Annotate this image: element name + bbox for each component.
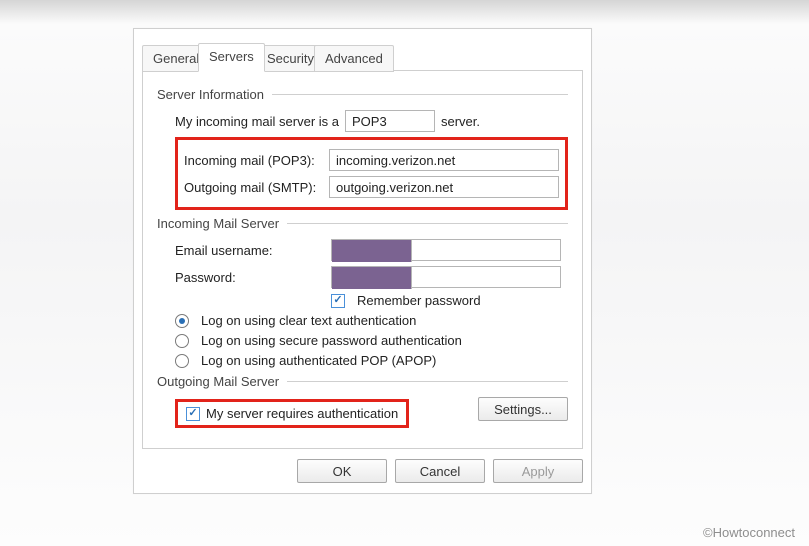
group-outgoing-mail-server: Outgoing Mail Server bbox=[157, 374, 568, 389]
password-input[interactable] bbox=[331, 266, 561, 288]
remember-row: Remember password bbox=[175, 293, 568, 308]
divider bbox=[287, 223, 568, 224]
incoming-label: Incoming mail (POP3): bbox=[184, 153, 323, 168]
username-label: Email username: bbox=[175, 243, 325, 258]
incoming-value: incoming.verizon.net bbox=[336, 153, 455, 168]
protocol-row: My incoming mail server is a POP3 server… bbox=[175, 110, 568, 132]
auth-clear-label: Log on using clear text authentication bbox=[201, 313, 416, 328]
outgoing-value: outgoing.verizon.net bbox=[336, 180, 453, 195]
remember-label: Remember password bbox=[357, 293, 481, 308]
divider bbox=[287, 381, 568, 382]
password-redaction bbox=[332, 267, 412, 289]
group-server-information: Server Information bbox=[157, 87, 568, 102]
apply-button[interactable]: Apply bbox=[493, 459, 583, 483]
tab-servers[interactable]: Servers bbox=[198, 43, 265, 72]
auth-clear-row[interactable]: Log on using clear text authentication bbox=[175, 313, 568, 328]
remember-password-checkbox[interactable] bbox=[331, 294, 345, 308]
outgoing-input[interactable]: outgoing.verizon.net bbox=[329, 176, 559, 198]
tab-advanced[interactable]: Advanced bbox=[314, 45, 394, 72]
ok-button[interactable]: OK bbox=[297, 459, 387, 483]
cancel-button[interactable]: Cancel bbox=[395, 459, 485, 483]
requires-auth-label: My server requires authentication bbox=[206, 406, 398, 421]
password-label: Password: bbox=[175, 270, 325, 285]
incoming-body: Email username: Password: Remember passw… bbox=[175, 239, 568, 368]
protocol-pre-text: My incoming mail server is a bbox=[175, 114, 339, 129]
top-shadow bbox=[0, 0, 809, 24]
auth-secure-label: Log on using secure password authenticat… bbox=[201, 333, 462, 348]
auth-apop-row[interactable]: Log on using authenticated POP (APOP) bbox=[175, 353, 568, 368]
legend-server-information: Server Information bbox=[157, 87, 264, 102]
requires-auth-highlight: My server requires authentication bbox=[175, 399, 409, 428]
incoming-row: Incoming mail (POP3): incoming.verizon.n… bbox=[184, 149, 559, 171]
auth-apop-label: Log on using authenticated POP (APOP) bbox=[201, 353, 436, 368]
server-addresses-highlight: Incoming mail (POP3): incoming.verizon.n… bbox=[175, 137, 568, 210]
group-incoming-mail-server: Incoming Mail Server bbox=[157, 216, 568, 231]
username-row: Email username: bbox=[175, 239, 568, 261]
auth-secure-radio[interactable] bbox=[175, 334, 189, 348]
legend-outgoing: Outgoing Mail Server bbox=[157, 374, 279, 389]
auth-clear-radio[interactable] bbox=[175, 314, 189, 328]
outgoing-label: Outgoing mail (SMTP): bbox=[184, 180, 323, 195]
requires-auth-checkbox[interactable] bbox=[186, 407, 200, 421]
dialog-buttons: OK Cancel Apply bbox=[134, 459, 583, 483]
protocol-value: POP3 bbox=[352, 114, 387, 129]
username-input[interactable] bbox=[331, 239, 561, 261]
tabs: General Servers Security Advanced bbox=[142, 37, 583, 71]
password-row: Password: bbox=[175, 266, 568, 288]
settings-button[interactable]: Settings... bbox=[478, 397, 568, 421]
server-info-body: My incoming mail server is a POP3 server… bbox=[175, 110, 568, 210]
outgoing-row: Outgoing mail (SMTP): outgoing.verizon.n… bbox=[184, 176, 559, 198]
incoming-input[interactable]: incoming.verizon.net bbox=[329, 149, 559, 171]
servers-panel: Server Information My incoming mail serv… bbox=[142, 71, 583, 449]
auth-secure-row[interactable]: Log on using secure password authenticat… bbox=[175, 333, 568, 348]
auth-apop-radio[interactable] bbox=[175, 354, 189, 368]
watermark: ©Howtoconnect bbox=[703, 525, 795, 540]
legend-incoming: Incoming Mail Server bbox=[157, 216, 279, 231]
outgoing-body: My server requires authentication Settin… bbox=[175, 397, 568, 434]
account-properties-dialog: General Servers Security Advanced Server… bbox=[133, 28, 592, 494]
protocol-field: POP3 bbox=[345, 110, 435, 132]
divider bbox=[272, 94, 568, 95]
protocol-post-text: server. bbox=[441, 114, 480, 129]
username-redaction bbox=[332, 240, 412, 262]
